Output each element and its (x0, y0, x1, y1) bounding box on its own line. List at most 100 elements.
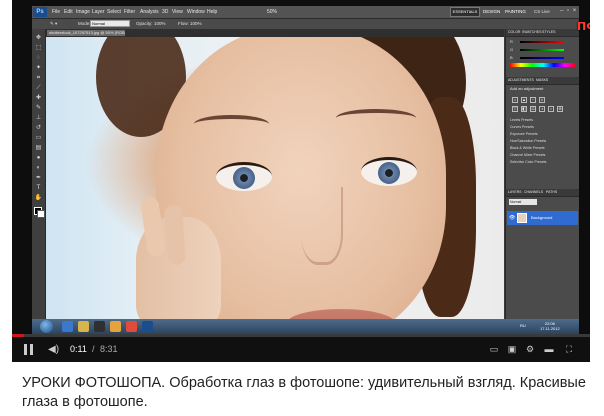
exposure-icon[interactable]: ± (539, 97, 545, 103)
menu-analysis[interactable]: Analysis (140, 7, 159, 17)
menu-layer[interactable]: Layer (92, 7, 105, 17)
photoshop-taskbar-icon[interactable] (142, 321, 153, 332)
background-color-swatch[interactable] (37, 210, 45, 218)
menu-3d[interactable]: 3D (162, 7, 168, 17)
eraser-tool-icon[interactable]: ▭ (34, 135, 43, 141)
blue-slider[interactable] (520, 57, 564, 59)
tab-styles[interactable]: STYLES (542, 29, 555, 35)
preset-black-white[interactable]: Black & White Presets (510, 145, 572, 151)
preset-curves[interactable]: Curves Presets (510, 124, 572, 130)
red-slider[interactable] (520, 41, 564, 43)
workspace-design-button[interactable]: DESIGN (483, 7, 500, 17)
hand-tool-icon[interactable]: ✋ (34, 195, 43, 201)
levels-icon[interactable]: ▲ (521, 97, 527, 103)
gear-icon[interactable]: ⚙ (524, 343, 536, 355)
theater-icon[interactable]: ▬ (543, 343, 555, 355)
ie-icon[interactable] (62, 321, 73, 332)
preset-channel-mixer[interactable]: Channel Mixer Presets (510, 152, 572, 158)
video-title[interactable]: УРОКИ ФОТОШОПА. Обработка глаз в фотошоп… (22, 374, 592, 412)
curves-icon[interactable]: ~ (530, 97, 536, 103)
workspace-painting-button[interactable]: PAINTING (505, 7, 526, 17)
lasso-tool-icon[interactable]: ◌ (34, 55, 43, 61)
nose-shape (301, 187, 343, 265)
right-panels: COLOR SWATCHES STYLES R G B ADJUSTMENTS … (505, 29, 579, 319)
settings-icon[interactable]: ▭ (488, 343, 500, 355)
history-brush-tool-icon[interactable]: ↺ (34, 125, 43, 131)
right-iris (378, 162, 400, 184)
windows-start-icon[interactable] (40, 320, 53, 333)
mode-select[interactable]: Normal (90, 20, 130, 27)
right-eye (361, 157, 417, 186)
blur-tool-icon[interactable]: ● (34, 155, 43, 161)
preset-hue-saturation[interactable]: Hue/Saturation Presets (510, 138, 572, 144)
workspace-essentials-button[interactable]: ESSENTIALS (450, 7, 480, 17)
taskbar-clock[interactable]: 22:06 17.11.2012 (540, 321, 560, 331)
tab-layers[interactable]: LAYERS (508, 189, 522, 195)
menu-file[interactable]: File (52, 7, 60, 17)
tab-swatches[interactable]: SWATCHES (522, 29, 541, 35)
language-indicator[interactable]: RU (520, 323, 526, 328)
progress-bar[interactable] (12, 334, 590, 337)
menu-help[interactable]: Help (207, 7, 217, 17)
layer-name: Background (531, 215, 553, 220)
opera-icon[interactable] (126, 321, 137, 332)
clone-stamp-tool-icon[interactable]: ⊥ (34, 115, 43, 121)
media-icon[interactable] (94, 321, 105, 332)
move-tool-icon[interactable]: ✥ (34, 35, 43, 41)
cs-live-button[interactable]: CS Live (534, 7, 550, 17)
left-eyebrow (194, 115, 269, 133)
hue-icon[interactable]: ◧ (521, 106, 527, 112)
tab-color[interactable]: COLOR (508, 29, 520, 35)
tab-channels[interactable]: CHANNELS (524, 189, 543, 195)
opacity-label: Opacity: (136, 21, 153, 26)
menu-window[interactable]: Window (187, 7, 205, 17)
balance-icon[interactable]: ⚖ (530, 106, 536, 112)
zoom-level[interactable]: 50% (267, 7, 277, 17)
preset-levels[interactable]: Levels Presets (510, 117, 572, 123)
gradient-tool-icon[interactable]: ▤ (34, 145, 43, 151)
type-tool-icon[interactable]: T (34, 185, 43, 191)
photo-canvas[interactable] (46, 37, 504, 319)
captions-icon[interactable]: ▣ (506, 343, 518, 355)
tab-paths[interactable]: PATHS (546, 189, 557, 195)
bw-icon[interactable]: ◑ (539, 106, 545, 112)
eyedropper-tool-icon[interactable]: ⟋ (34, 85, 43, 91)
preset-selective-color[interactable]: Selective Color Presets (510, 159, 572, 165)
layer-background-row[interactable]: 👁 Background (507, 211, 578, 225)
crop-tool-icon[interactable]: ⌗ (34, 75, 43, 81)
firefox-icon[interactable] (110, 321, 121, 332)
flow-label: Flow: (178, 21, 189, 26)
blend-mode-select[interactable]: Normal (509, 199, 537, 205)
tab-masks[interactable]: MASKS (536, 77, 548, 83)
layer-visibility-icon[interactable]: 👁 (509, 215, 515, 221)
tool-preset-icon[interactable]: ✎ ▾ (50, 20, 57, 28)
photo-filter-icon[interactable]: ○ (548, 106, 554, 112)
quick-select-tool-icon[interactable]: ✦ (34, 65, 43, 71)
tab-adjustments[interactable]: ADJUSTMENTS (508, 77, 534, 83)
window-controls-icon[interactable]: – ▫ × (560, 8, 577, 14)
mixer-icon[interactable]: ⊕ (557, 106, 563, 112)
dodge-tool-icon[interactable]: ◐ (34, 165, 43, 171)
volume-icon[interactable]: ◀) (48, 344, 62, 355)
folder-icon[interactable] (78, 321, 89, 332)
menu-select[interactable]: Select (107, 7, 121, 17)
marquee-tool-icon[interactable]: ⬚ (34, 45, 43, 51)
brush-tool-icon[interactable]: ✎ (34, 105, 43, 111)
vibrance-icon[interactable]: ▽ (512, 106, 518, 112)
menu-view[interactable]: View (172, 7, 183, 17)
preset-exposure[interactable]: Exposure Presets (510, 131, 572, 137)
color-ramp[interactable] (510, 63, 576, 67)
pause-button[interactable] (24, 344, 34, 355)
opacity-value[interactable]: 100% (154, 20, 166, 28)
pen-tool-icon[interactable]: ✒ (34, 175, 43, 181)
green-slider[interactable] (520, 49, 564, 51)
menu-image[interactable]: Image (76, 7, 90, 17)
flow-value[interactable]: 100% (190, 20, 202, 28)
menu-edit[interactable]: Edit (64, 7, 73, 17)
brightness-icon[interactable]: ☼ (512, 97, 518, 103)
fullscreen-icon[interactable]: ⛶ (563, 343, 575, 355)
menu-filter[interactable]: Filter (124, 7, 135, 17)
video-player[interactable]: Ps File Edit Image Layer Select Filter A… (12, 0, 590, 362)
healing-tool-icon[interactable]: ✚ (34, 95, 43, 101)
document-tab[interactable]: shutterstock_107297513.jpg @ 50% (RGB/8#… (46, 29, 126, 37)
